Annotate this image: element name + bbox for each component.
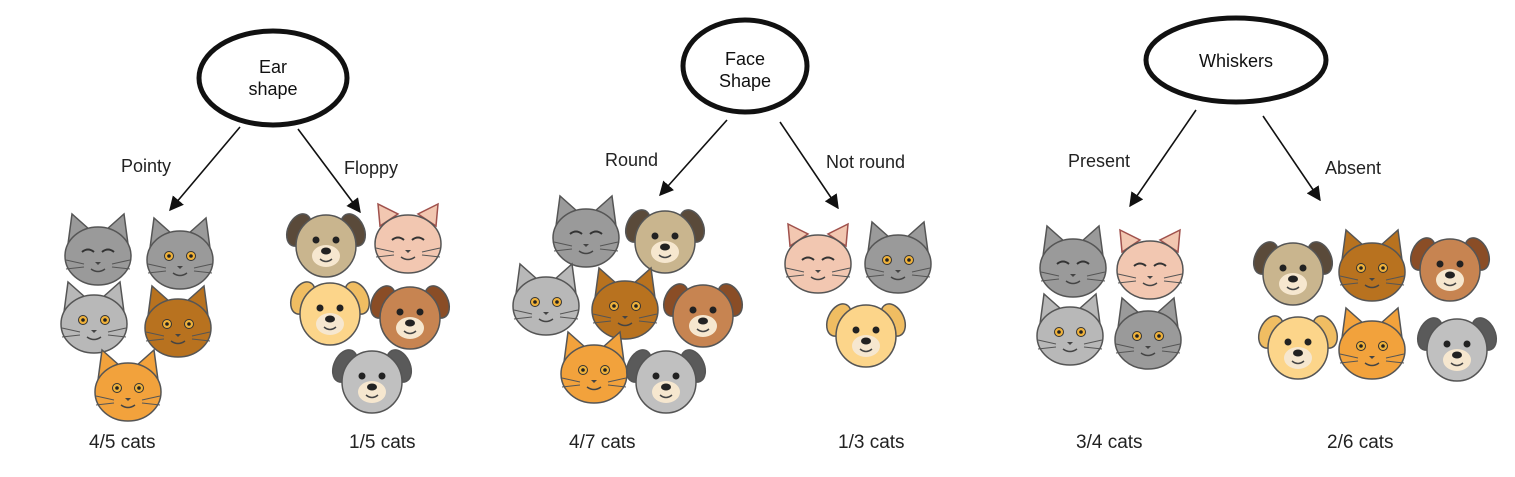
orange-cat-icon	[1338, 306, 1406, 380]
node-label-line: Shape	[718, 71, 772, 91]
edge-label-pointy: Pointy	[121, 156, 172, 176]
grey-cat-closed-eyes-icon	[1039, 224, 1107, 298]
pug-dog-icon	[1252, 241, 1334, 306]
edge-absent-arrow	[1262, 115, 1321, 202]
pink-cat-icon	[1116, 228, 1184, 300]
edge-label-floppy: Floppy	[344, 158, 399, 178]
node-label-line: shape	[248, 79, 298, 99]
node-label-face-shape: Face Shape	[695, 48, 795, 92]
brown-cat-icon	[144, 284, 212, 358]
count-present: 3/4 cats	[1076, 432, 1143, 453]
pink-cat-icon	[784, 222, 852, 294]
grey-dog-icon	[331, 349, 413, 414]
pink-cat-icon	[374, 202, 442, 274]
edge-label-not-round: Not round	[826, 152, 906, 172]
grey-cat-round-icon	[1036, 292, 1104, 366]
edge-pointy-arrow	[169, 126, 241, 212]
pug-dog-icon	[624, 209, 706, 274]
grey-cat-closed-eyes-icon	[552, 194, 620, 268]
yellow-dog-icon	[1257, 315, 1339, 380]
yellow-dog-icon	[289, 281, 371, 346]
node-label-line: Whiskers	[1198, 51, 1273, 71]
edge-label-absent: Absent	[1325, 158, 1382, 178]
grey-cat-pointy-icon	[146, 216, 214, 290]
grey-cat-pointy-icon	[1114, 296, 1182, 370]
grey-cat-pointy-icon	[864, 220, 932, 294]
count-absent: 2/6 cats	[1327, 432, 1394, 453]
orange-cat-icon	[560, 330, 628, 404]
count-round: 4/7 cats	[569, 432, 636, 453]
edge-label-present: Present	[1068, 151, 1131, 171]
node-label-line: Ear	[258, 57, 287, 77]
yellow-dog-icon	[825, 303, 907, 368]
count-not-round: 1/3 cats	[838, 432, 905, 453]
orange-cat-icon	[94, 348, 162, 422]
grey-cat-round-icon	[60, 280, 128, 354]
count-pointy: 4/5 cats	[89, 432, 156, 453]
grey-dog-icon	[625, 349, 707, 414]
node-label-whiskers: Whiskers	[1166, 50, 1306, 72]
animal-icons-group	[60, 194, 1498, 422]
grey-dog-icon	[1416, 317, 1498, 382]
node-label-ear-shape: Ear shape	[223, 56, 323, 100]
decision-tree-splits-diagram: Ear shape Face Shape Whiskers Pointy Flo…	[0, 0, 1515, 472]
edge-round-arrow	[659, 119, 728, 197]
pug-dog-icon	[285, 213, 367, 278]
brown-dog-icon	[369, 285, 451, 350]
brown-dog-icon	[1409, 237, 1491, 302]
count-floppy: 1/5 cats	[349, 432, 416, 453]
brown-cat-icon	[591, 266, 659, 340]
edge-label-round: Round	[605, 150, 659, 170]
edge-present-arrow	[1129, 109, 1197, 208]
brown-dog-icon	[662, 283, 744, 348]
brown-cat-icon	[1338, 228, 1406, 302]
grey-cat-round-icon	[512, 262, 580, 336]
grey-cat-closed-eyes-icon	[64, 212, 132, 286]
node-label-line: Face	[724, 49, 766, 69]
